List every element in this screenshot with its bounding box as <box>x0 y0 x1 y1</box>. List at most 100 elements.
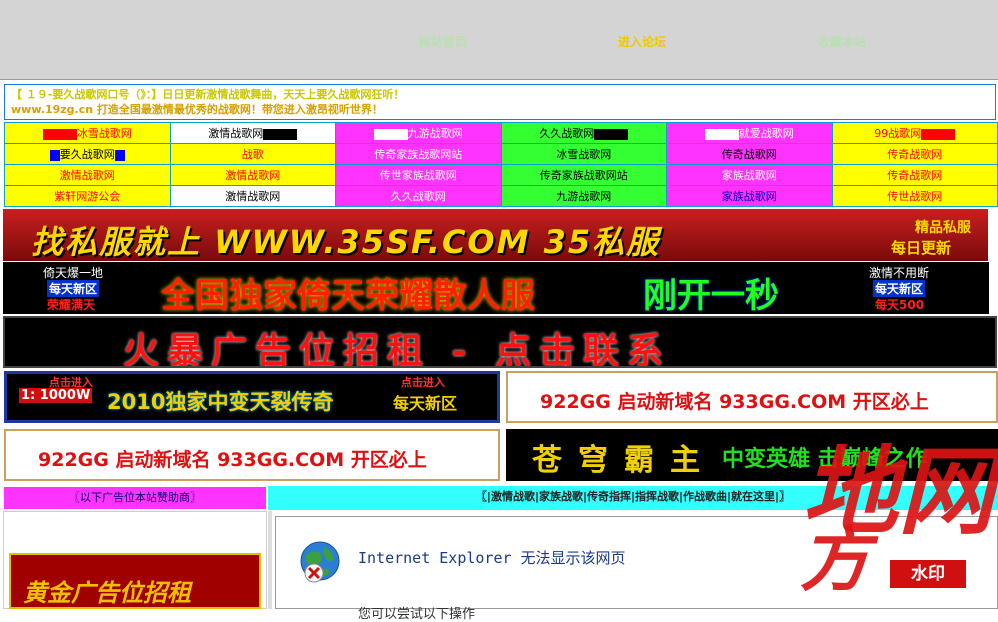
grid-link[interactable]: 久久战歌网 <box>539 127 594 140</box>
grid-cell[interactable]: 冰雪战歌网 <box>4 122 171 144</box>
color-block-icon <box>921 128 956 140</box>
grid-cell[interactable]: 冰雪战歌网 <box>500 143 667 165</box>
scrolling-announcement: 【 １９-要久战歌网口号（》：】日日更新激情战歌舞曲，天天上要久战歌网狂听！ w… <box>4 84 996 120</box>
grid-link[interactable]: 传奇战歌网 <box>887 169 942 182</box>
grid-cell[interactable]: 激情战歌网 <box>4 164 171 186</box>
nav-forum-link[interactable]: 进入论坛 <box>618 33 666 50</box>
site-links-grid: 冰雪战歌网 激情战歌网 九游战歌网 久久战歌网 就爱战歌网 99战歌网 要久战歌网 战歌 传奇家… <box>4 122 998 207</box>
grid-cell[interactable]: 传奇战歌网 <box>831 164 998 186</box>
banner-35sf[interactable]: 找私服就上 WWW.35SF.COM 35私服 精品私服 每日更新 <box>3 209 988 261</box>
banner-cangqiong-main: 苍穹霸主 <box>532 443 716 478</box>
grid-row: 紫轩网游公会 激情战歌网 久久战歌网 九游战歌网 家族战歌网 传世战歌网 <box>4 185 998 207</box>
banner-yitian-main: 全国独家倚天荣耀散人服 <box>161 276 535 314</box>
banner-yitian[interactable]: 倚天爆一地 每天新区 荣耀满天 全国独家倚天荣耀散人服 刚开一秒 激情不用断 每… <box>3 262 989 314</box>
banner-yitian-left1: 倚天爆一地 <box>43 266 104 280</box>
grid-cell[interactable]: 传世家族战歌网 <box>335 164 502 186</box>
grid-row: 激情战歌网 激情战歌网 传世家族战歌网 传奇家族战歌网站 家族战歌网 传奇战歌网 <box>4 164 998 186</box>
color-block-icon <box>42 128 77 140</box>
color-block-icon <box>263 128 298 140</box>
banner-35sf-tag2: 每日更新 <box>891 239 952 257</box>
banner-yitian-right2: 每天新区 <box>873 280 926 297</box>
grid-cell[interactable]: 要久战歌网 <box>4 143 171 165</box>
banner-35sf-text: 找私服就上 WWW.35SF.COM 35私服 <box>31 223 661 261</box>
grid-cell[interactable]: 家族战歌网 <box>666 164 833 186</box>
grid-cell[interactable]: 九游战歌网 <box>335 122 502 144</box>
banner-35sf-tag1: 精品私服 <box>915 220 971 236</box>
grid-link[interactable]: 传世家族战歌网 <box>380 169 457 182</box>
grid-link[interactable]: 冰雪战歌网 <box>77 127 132 140</box>
banner-922gg-left[interactable]: 922GG 启动新域名 933GG.COM 开区必上 <box>4 429 500 481</box>
grid-cell[interactable]: 传世战歌网 <box>831 185 998 207</box>
banner-tianlie-main: 2010独家中变天裂传奇 <box>107 390 334 414</box>
grid-link[interactable]: 传奇家族战歌网站 <box>540 169 628 182</box>
banner-yitian-right3: 每天500 <box>875 298 925 312</box>
color-block-icon <box>49 149 60 161</box>
top-nav-bar: 网站首页 进入论坛 收藏本站 <box>0 0 998 80</box>
grid-link[interactable]: 激情战歌网 <box>225 169 280 182</box>
grid-link[interactable]: 久久战歌网 <box>391 190 446 203</box>
banner-922gg-left-text: 922GG 启动新域名 933GG.COM 开区必上 <box>38 449 427 471</box>
grid-cell[interactable]: 久久战歌网 <box>335 185 502 207</box>
grid-cell[interactable]: 战歌 <box>169 143 336 165</box>
sponsor-header: 〖以下广告位本站赞助商〗 <box>3 486 267 510</box>
grid-link[interactable]: 激情战歌网 <box>208 127 263 140</box>
gold-ad-banner[interactable]: 黄金广告位招租 <box>9 553 261 609</box>
grid-link[interactable]: 激情战歌网 <box>225 190 280 203</box>
banner-ad-rent[interactable]: 火暴广告位招租 - 点击联系 <box>3 316 997 368</box>
banner-tianlie-badge: 1: 1000W <box>19 388 93 403</box>
watermark-text-2: 方 <box>800 518 870 601</box>
grid-link[interactable]: 九游战歌网 <box>556 190 611 203</box>
grid-cell[interactable]: 激情战歌网 <box>169 164 336 186</box>
grid-cell[interactable]: 就爱战歌网 <box>666 122 833 144</box>
grid-link[interactable]: 传奇家族战歌网站 <box>374 148 462 161</box>
banner-922gg-right-text: 922GG 启动新域名 933GG.COM 开区必上 <box>540 391 929 413</box>
color-block-icon <box>114 149 125 161</box>
ie-error-sub: 您可以尝试以下操作 <box>358 607 476 622</box>
banner-tianlie[interactable]: 点击进入 1: 1000W 2010独家中变天裂传奇 点击进入 每天新区 <box>4 371 500 423</box>
grid-link[interactable]: 就爱战歌网 <box>739 127 794 140</box>
grid-cell[interactable]: 激情战歌网 <box>169 185 336 207</box>
color-block-icon <box>704 128 739 140</box>
grid-cell[interactable]: 传奇家族战歌网站 <box>335 143 502 165</box>
grid-link[interactable]: 九游战歌网 <box>408 127 463 140</box>
grid-link[interactable]: 战歌 <box>242 148 264 161</box>
color-block-icon <box>594 128 629 140</box>
grid-cell[interactable]: 传奇战歌网 <box>666 143 833 165</box>
banner-yitian-right1: 激情不用断 <box>869 266 930 280</box>
ie-globe-icon <box>296 539 344 587</box>
grid-cell[interactable]: 传奇家族战歌网站 <box>500 164 667 186</box>
grid-link[interactable]: 家族战歌网 <box>722 169 777 182</box>
ie-error-title: Internet Explorer 无法显示该网页 <box>358 549 626 567</box>
banner-ad-rent-text: 火暴广告位招租 - 点击联系 <box>123 330 672 368</box>
grid-link[interactable]: 传奇战歌网 <box>887 148 942 161</box>
grid-cell[interactable]: 家族战歌网 <box>666 185 833 207</box>
watermark-stamp: 水印 <box>890 560 966 588</box>
grid-link[interactable]: 传奇战歌网 <box>722 148 777 161</box>
color-block-icon <box>373 128 408 140</box>
grid-link[interactable]: 激情战歌网 <box>60 169 115 182</box>
grid-cell[interactable]: 激情战歌网 <box>169 122 336 144</box>
grid-cell[interactable]: 九游战歌网 <box>500 185 667 207</box>
banner-tianlie-sub: 每天新区 <box>393 394 458 413</box>
grid-link[interactable]: 紫轩网游公会 <box>54 190 120 203</box>
grid-cell[interactable]: 紫轩网游公会 <box>4 185 171 207</box>
gold-ad-text: 黄金广告位招租 <box>23 578 191 607</box>
grid-cell[interactable]: 传奇战歌网 <box>831 143 998 165</box>
watermark: 地网 方 水印 <box>800 420 998 609</box>
banner-tianlie-click2: 点击进入 <box>401 376 445 389</box>
grid-link[interactable]: 冰雪战歌网 <box>556 148 611 161</box>
announcement-line-2: www.19zg.cn 打造全国最激情最优秀的战歌网！带您进入激昂视听世界！ <box>11 103 383 116</box>
banner-yitian-left2: 每天新区 <box>47 280 100 297</box>
nav-home-link[interactable]: 网站首页 <box>419 33 467 50</box>
grid-cell[interactable]: 99战歌网 <box>831 122 998 144</box>
announcement-line-1: 【 １９-要久战歌网口号（》：】日日更新激情战歌舞曲，天天上要久战歌网狂听！ <box>11 88 405 101</box>
grid-link[interactable]: 99战歌网 <box>874 127 921 140</box>
grid-row: 要久战歌网 战歌 传奇家族战歌网站 冰雪战歌网 传奇战歌网 传奇战歌网 <box>4 143 998 165</box>
grid-link[interactable]: 要久战歌网 <box>60 148 115 161</box>
nav-bookmark-link[interactable]: 收藏本站 <box>818 33 866 50</box>
grid-cell[interactable]: 久久战歌网 <box>500 122 667 144</box>
banner-yitian-left3: 荣耀满天 <box>47 298 96 312</box>
grid-link[interactable]: 传世战歌网 <box>887 190 942 203</box>
grid-link[interactable]: 家族战歌网 <box>722 190 777 203</box>
grid-row: 冰雪战歌网 激情战歌网 九游战歌网 久久战歌网 就爱战歌网 99战歌网 <box>4 122 998 144</box>
